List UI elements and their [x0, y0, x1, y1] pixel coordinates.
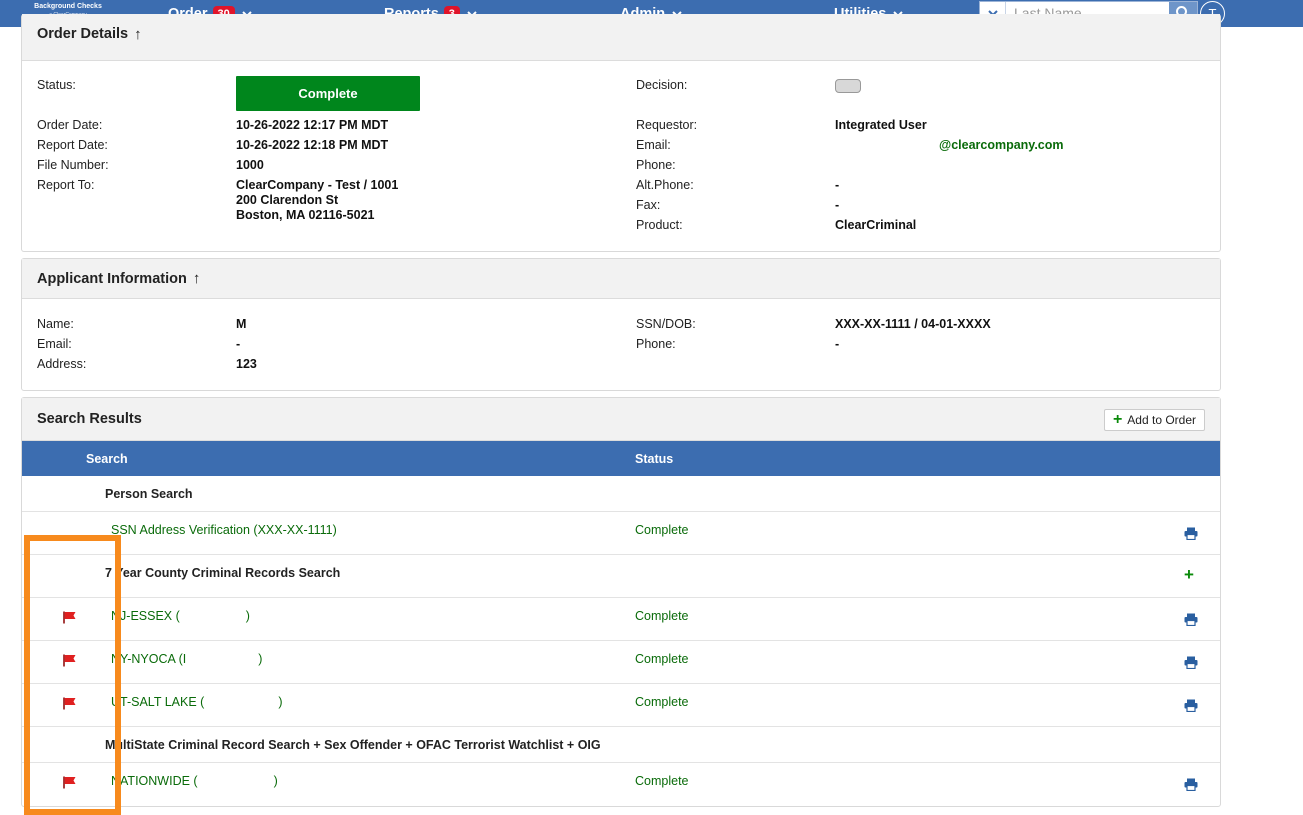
report-to-line1: ClearCompany - Test / 1001: [236, 178, 399, 192]
table-row: SSN Address Verification (XXX-XX-1111) C…: [22, 512, 1220, 555]
arrow-up-icon[interactable]: ↑: [134, 26, 142, 43]
file-number-label: File Number:: [37, 158, 109, 172]
group-row-county-search: 7 Year County Criminal Records Search +: [22, 555, 1220, 598]
nationwide-close: ): [273, 774, 278, 788]
county-name: UT-SALT LAKE (: [111, 695, 205, 709]
fax-value: -: [835, 198, 840, 212]
applicant-phone-value: -: [835, 337, 840, 351]
print-icon[interactable]: [1184, 656, 1198, 669]
email-label: Email:: [636, 138, 671, 152]
search-results-header: Search Results: [22, 398, 1220, 441]
order-details-header[interactable]: Order Details ↑: [22, 14, 1220, 61]
red-flag-icon: [63, 697, 76, 710]
nationwide-link[interactable]: NATIONWIDE (): [111, 774, 278, 788]
county-name: NY-NYOCA (I: [111, 652, 187, 666]
plus-icon[interactable]: +: [1184, 565, 1194, 585]
county-name: NJ-ESSEX (: [111, 609, 180, 623]
group-row-multistate: MultiState Criminal Record Search + Sex …: [22, 727, 1220, 763]
print-icon[interactable]: [1184, 527, 1198, 540]
row-status: Complete: [635, 609, 689, 623]
table-row: NY-NYOCA (I) Complete: [22, 641, 1220, 684]
alt-phone-value: -: [835, 178, 840, 192]
add-to-order-button[interactable]: + Add to Order: [1103, 409, 1205, 431]
arrow-up-icon[interactable]: ↑: [193, 270, 201, 287]
order-date-label: Order Date:: [37, 118, 103, 132]
phone-label: Phone:: [636, 158, 676, 172]
county-close: ): [245, 609, 250, 623]
print-icon[interactable]: [1184, 613, 1198, 626]
email-value[interactable]: @clearcompany.com: [939, 138, 1064, 153]
table-row: UT-SALT LAKE () Complete: [22, 684, 1220, 727]
red-flag-icon: [63, 776, 76, 789]
county-link-ut-salt-lake[interactable]: UT-SALT LAKE (): [111, 695, 283, 709]
applicant-name-label: Name:: [37, 317, 74, 331]
report-to-line2: 200 Clarendon St: [236, 193, 339, 207]
table-row: NJ-ESSEX () Complete: [22, 598, 1220, 641]
print-icon[interactable]: [1184, 778, 1198, 791]
red-flag-icon: [63, 611, 76, 624]
applicant-email-value: -: [236, 337, 241, 351]
row-status: Complete: [635, 695, 689, 709]
applicant-info-header[interactable]: Applicant Information ↑: [22, 259, 1220, 299]
applicant-email-label: Email:: [37, 337, 72, 351]
county-link-ny-nyoca[interactable]: NY-NYOCA (I): [111, 652, 262, 666]
product-value: ClearCriminal: [835, 218, 917, 232]
order-details-panel: Order Details ↑ Status: Complete Order D…: [21, 14, 1221, 252]
requestor-label: Requestor:: [636, 118, 698, 132]
fax-label: Fax:: [636, 198, 661, 212]
nationwide-name: NATIONWIDE (: [111, 774, 198, 788]
row-status: Complete: [635, 652, 689, 666]
ssn-verification-link[interactable]: SSN Address Verification (XXX-XX-1111): [111, 523, 337, 537]
order-date-value: 10-26-2022 12:17 PM MDT: [236, 118, 389, 132]
applicant-info-panel: Applicant Information ↑ Name: M Email: -…: [21, 258, 1221, 391]
applicant-name-value: M: [236, 317, 247, 331]
table-row: NATIONWIDE () Complete: [22, 763, 1220, 806]
decision-indicator[interactable]: [835, 79, 861, 93]
report-to-label: Report To:: [37, 178, 95, 192]
group-title: 7 Year County Criminal Records Search: [105, 566, 341, 580]
order-details-title: Order Details: [37, 26, 129, 42]
plus-icon: +: [1112, 411, 1123, 428]
add-to-order-label: Add to Order: [1127, 413, 1196, 427]
requestor-value: Integrated User: [835, 118, 927, 132]
report-date-value: 10-26-2022 12:18 PM MDT: [236, 138, 389, 152]
report-to-line3: Boston, MA 02116-5021: [236, 208, 375, 222]
county-close: ): [258, 652, 263, 666]
county-link-nj-essex[interactable]: NJ-ESSEX (): [111, 609, 250, 623]
county-close: ): [278, 695, 283, 709]
results-table-header: Search Status: [22, 441, 1220, 476]
search-results-panel: Search Results + Add to Order Search Sta…: [21, 397, 1221, 807]
file-number-value: 1000: [236, 158, 264, 172]
status-label: Status:: [37, 78, 76, 92]
col-status-header: Status: [635, 452, 674, 466]
alt-phone-label: Alt.Phone:: [636, 178, 694, 192]
group-title: Person Search: [105, 487, 193, 501]
applicant-address-value: 123: [236, 357, 257, 371]
group-title: MultiState Criminal Record Search + Sex …: [105, 738, 601, 752]
print-icon[interactable]: [1184, 699, 1198, 712]
row-status: Complete: [635, 774, 689, 788]
logo-title: Background Checks: [34, 3, 102, 10]
red-flag-icon: [63, 654, 76, 667]
ssn-dob-value: XXX-XX-1111 / 04-01-XXXX: [835, 317, 991, 331]
ssn-dob-label: SSN/DOB:: [636, 317, 696, 331]
status-complete-button[interactable]: Complete: [236, 76, 420, 111]
report-date-label: Report Date:: [37, 138, 108, 152]
applicant-info-title: Applicant Information: [37, 270, 187, 287]
decision-label: Decision:: [636, 78, 688, 92]
row-status: Complete: [635, 523, 689, 537]
col-search-header: Search: [86, 452, 128, 466]
applicant-phone-label: Phone:: [636, 337, 676, 351]
applicant-address-label: Address:: [37, 357, 87, 371]
search-results-title: Search Results: [37, 411, 142, 427]
product-label: Product:: [636, 218, 683, 232]
group-row-person-search: Person Search: [22, 476, 1220, 512]
